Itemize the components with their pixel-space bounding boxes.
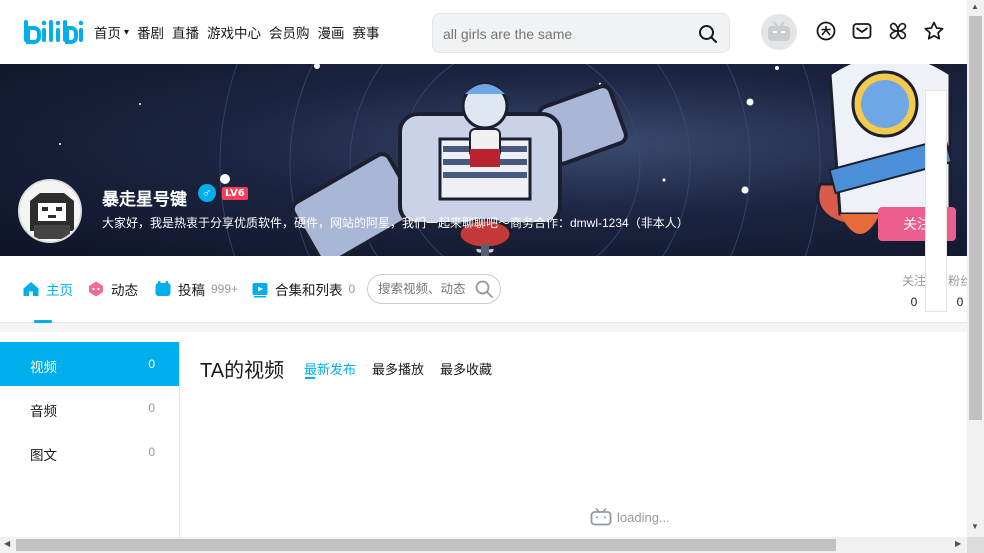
profile-avatar[interactable] bbox=[18, 179, 82, 243]
nav-game-center[interactable]: 游戏中心 bbox=[207, 22, 261, 42]
nav-manga[interactable]: 漫画 bbox=[318, 22, 345, 42]
loading-text: loading... bbox=[617, 509, 670, 525]
sidebar-item-article[interactable]: 图文 0 bbox=[0, 430, 179, 474]
following-label: 关注 bbox=[902, 274, 927, 288]
nav-esports[interactable]: 赛事 bbox=[353, 22, 380, 42]
tv-icon bbox=[590, 508, 612, 526]
sidebar-item-count: 0 bbox=[148, 357, 155, 371]
following-count: 0 bbox=[910, 295, 918, 309]
bilibili-logo[interactable] bbox=[22, 14, 86, 48]
following-stat[interactable]: 关注 0 bbox=[902, 272, 926, 309]
tab-dynamic-label: 动态 bbox=[111, 283, 138, 298]
dynamic-tab-icon bbox=[89, 281, 103, 297]
sidebar-item-count: 0 bbox=[148, 401, 155, 415]
message-icon[interactable] bbox=[851, 20, 873, 42]
avatar-icon bbox=[768, 21, 790, 41]
sidebar-item-label: 视频 bbox=[30, 360, 57, 375]
horizontal-scrollbar[interactable]: ◀ ▶ bbox=[0, 537, 967, 553]
chevron-down-icon: ▾ bbox=[124, 26, 130, 38]
page: 首页 ▾ 番剧 直播 游戏中心 会员购 漫画 赛事 all girls are … bbox=[0, 0, 984, 553]
horizontal-scroll-thumb[interactable] bbox=[16, 539, 836, 551]
sidebar-item-video[interactable]: 视频 0 bbox=[0, 342, 179, 386]
tab-uploads-label: 投稿 bbox=[178, 283, 205, 298]
uploads-icon bbox=[155, 281, 171, 296]
scrollbar-corner bbox=[967, 537, 984, 553]
search-icon[interactable] bbox=[697, 23, 719, 45]
tab-active-indicator bbox=[34, 320, 52, 323]
space-search-input[interactable] bbox=[378, 280, 474, 298]
nav-live[interactable]: 直播 bbox=[172, 22, 199, 42]
sidebar-item-label: 图文 bbox=[30, 448, 57, 463]
scroll-up-icon[interactable]: ▲ bbox=[971, 2, 979, 11]
order-latest[interactable]: 最新发布 bbox=[304, 359, 356, 378]
order-active-indicator bbox=[305, 377, 315, 379]
vertical-scroll-thumb[interactable] bbox=[969, 16, 982, 420]
bilibili-logo-icon bbox=[24, 20, 84, 44]
tab-collections[interactable]: 合集和列表 0 bbox=[251, 279, 355, 299]
scroll-down-icon[interactable]: ▼ bbox=[971, 522, 979, 531]
favorite-icon[interactable] bbox=[923, 20, 945, 42]
tab-home[interactable]: 主页 bbox=[22, 279, 73, 299]
sidebar-item-label: 音频 bbox=[30, 404, 57, 419]
search-icon[interactable] bbox=[474, 279, 494, 299]
scroll-left-icon[interactable]: ◀ bbox=[4, 539, 10, 548]
floating-panel bbox=[925, 90, 947, 312]
profile-banner: 暴走星号键 ♂ LV6 大家好，我是热衷于分享优质软件，硬件，网站的阿星，我们一… bbox=[0, 64, 967, 256]
page-title: TA的视频 bbox=[200, 360, 285, 382]
vertical-scrollbar[interactable]: ▲ ▼ bbox=[967, 0, 984, 537]
nav-home[interactable]: 首页 ▾ bbox=[94, 22, 129, 42]
home-icon bbox=[23, 282, 39, 296]
nav-anime[interactable]: 番剧 bbox=[137, 22, 164, 42]
male-icon: ♂ bbox=[198, 184, 216, 202]
sidebar-item-audio[interactable]: 音频 0 bbox=[0, 386, 179, 430]
order-most-favorited[interactable]: 最多收藏 bbox=[440, 359, 492, 378]
main-nav: 首页 ▾ 番剧 直播 游戏中心 会员购 漫画 赛事 bbox=[94, 22, 388, 42]
tab-dynamic[interactable]: 动态 bbox=[87, 279, 138, 299]
space-search bbox=[367, 274, 501, 304]
space-tabs: 主页 动态 投稿 999+ 合集和列表 0 搜索视频、动态 关注 0 粉丝 0 bbox=[0, 256, 972, 323]
tab-collections-count: 0 bbox=[348, 282, 356, 296]
global-search bbox=[432, 13, 730, 53]
sidebar-item-count: 0 bbox=[148, 445, 155, 459]
tab-uploads[interactable]: 投稿 999+ bbox=[154, 279, 238, 299]
big-member-icon[interactable] bbox=[815, 20, 837, 42]
tab-uploads-count: 999+ bbox=[211, 282, 239, 296]
scroll-right-icon[interactable]: ▶ bbox=[955, 539, 961, 548]
tab-home-label: 主页 bbox=[46, 283, 73, 298]
nav-mall[interactable]: 会员购 bbox=[269, 22, 310, 42]
level-badge: LV6 bbox=[222, 187, 248, 200]
top-icons bbox=[815, 20, 945, 42]
user-signature: 大家好，我是热衷于分享优质软件，硬件，网站的阿星，我们一起来聊聊吧～商务合作：d… bbox=[102, 216, 689, 230]
collections-icon bbox=[252, 283, 268, 298]
sidebar: 视频 0 音频 0 图文 0 bbox=[0, 342, 180, 537]
content-area: 视频 0 音频 0 图文 0 TA的视频 最新发布 最多播放 最多收藏 load… bbox=[0, 332, 967, 537]
loading-indicator: loading... bbox=[590, 508, 670, 526]
global-search-input[interactable] bbox=[443, 23, 683, 45]
nav-home-label: 首页 bbox=[94, 26, 121, 41]
dynamic-icon[interactable] bbox=[887, 20, 909, 42]
order-most-played[interactable]: 最多播放 bbox=[372, 359, 424, 378]
tab-collections-label: 合集和列表 bbox=[275, 283, 343, 298]
avatar[interactable] bbox=[761, 14, 797, 50]
top-header: 首页 ▾ 番剧 直播 游戏中心 会员购 漫画 赛事 bbox=[0, 0, 967, 64]
username: 暴走星号键 bbox=[102, 190, 187, 210]
